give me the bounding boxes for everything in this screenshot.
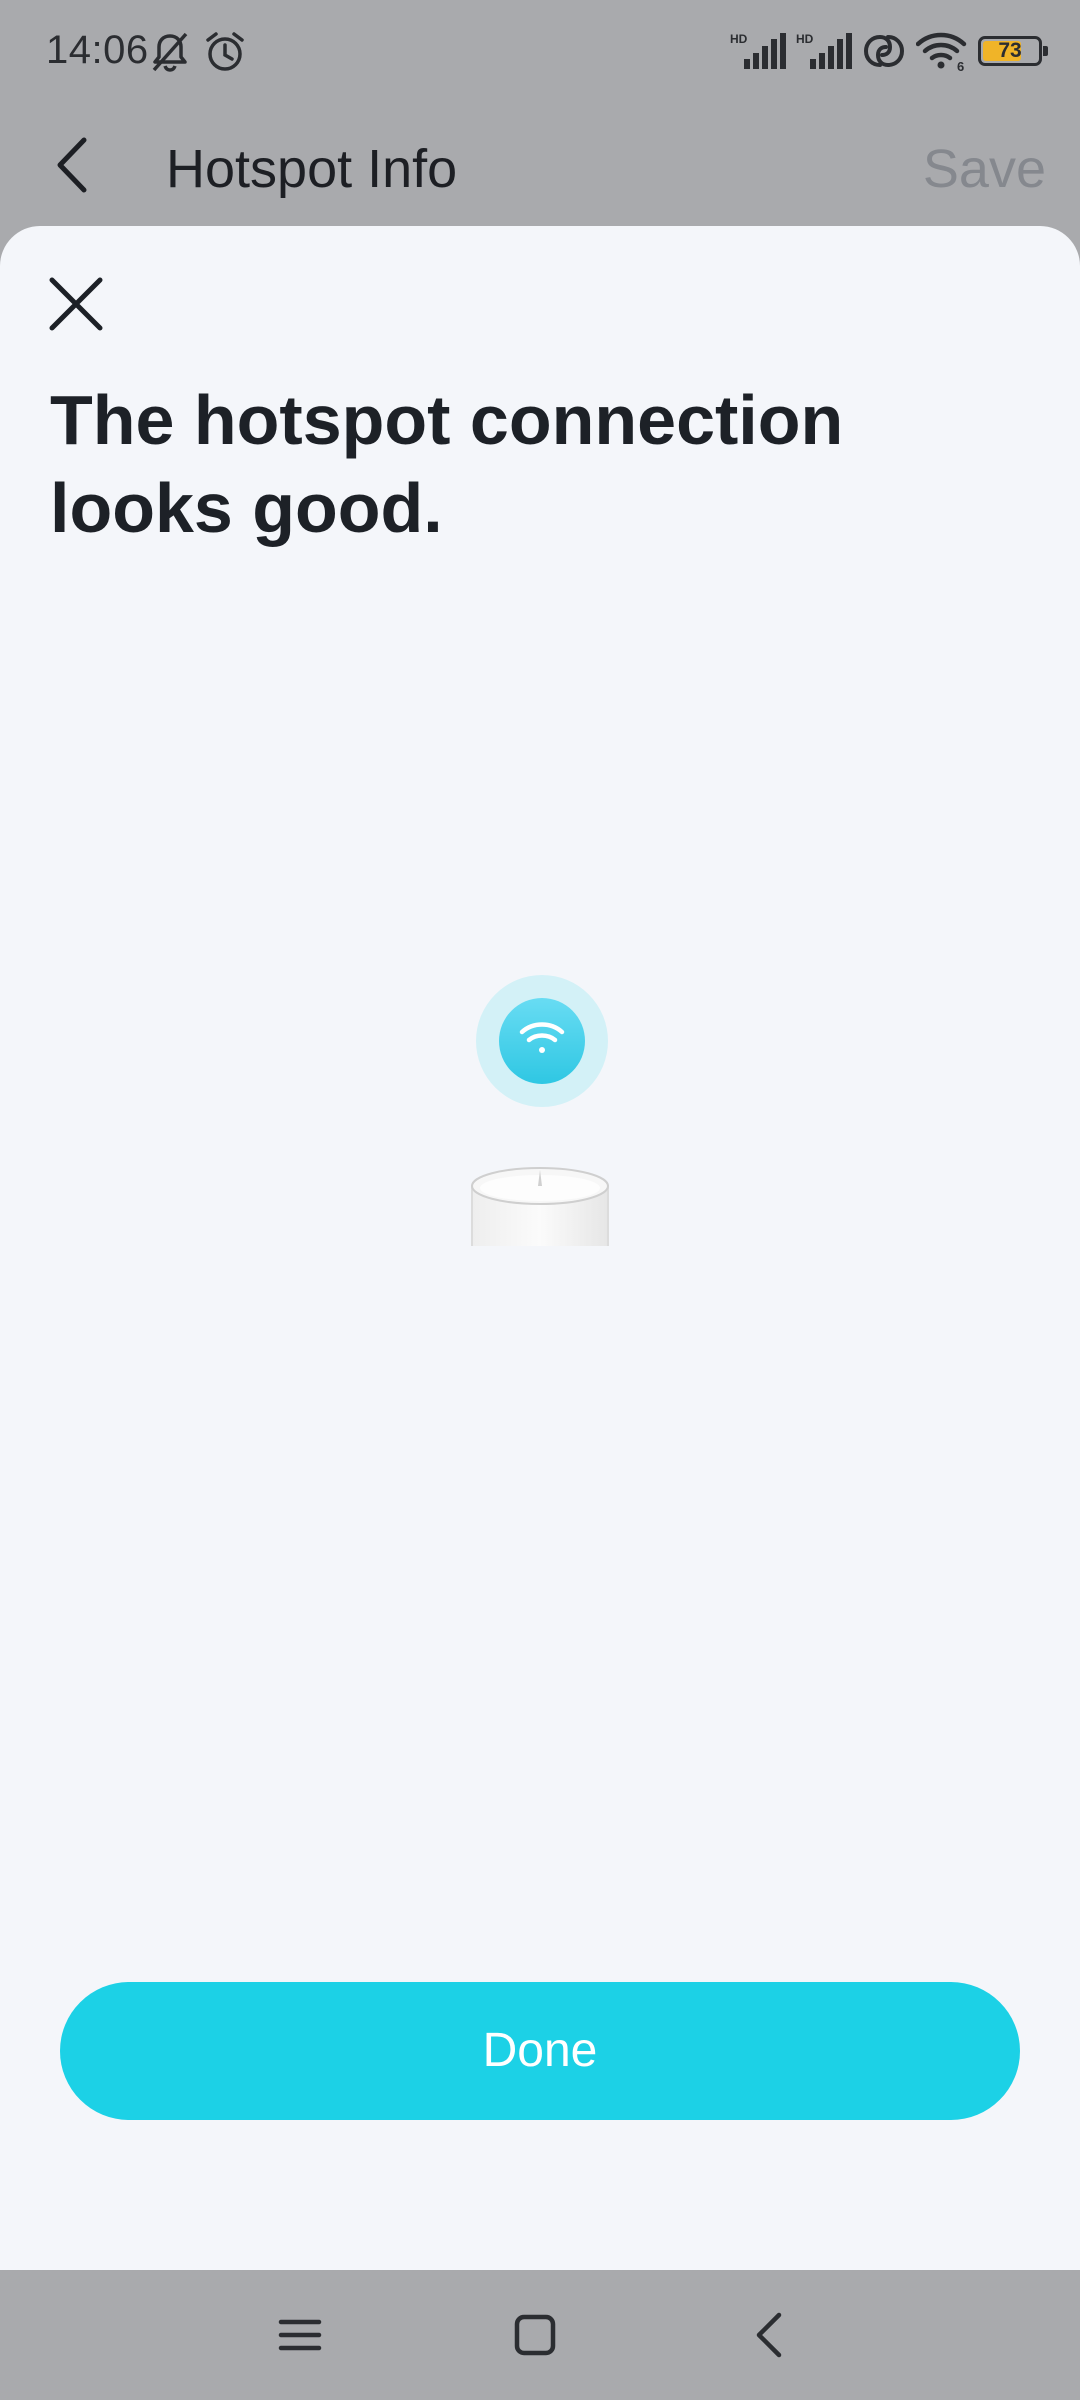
hd-signal-icon: HD	[730, 32, 786, 69]
app-header: Hotspot Info Save	[0, 108, 1080, 230]
nav-back-button[interactable]	[735, 2300, 805, 2370]
wifi-bubble-core	[499, 998, 585, 1084]
status-bar: 14:06 HD HD 6 73	[0, 0, 1080, 108]
back-button[interactable]	[42, 132, 108, 198]
home-icon	[514, 2314, 556, 2356]
chevron-left-icon	[57, 137, 87, 193]
menu-icon	[278, 2319, 322, 2351]
system-nav-bar	[0, 2270, 1080, 2400]
status-left-icons	[150, 30, 246, 74]
hotspot-illustration: deco	[471, 975, 609, 1246]
hd-signal-icon: HD	[796, 32, 852, 69]
sheet-heading: The hotspot connection looks good.	[50, 381, 844, 547]
done-button[interactable]: Done	[60, 1982, 1020, 2120]
battery-icon: 73	[978, 36, 1048, 66]
deco-device: deco	[471, 1167, 609, 1246]
signal-badge: HD	[796, 32, 814, 46]
close-icon	[49, 277, 103, 331]
battery-level: 73	[998, 39, 1022, 62]
page-title: Hotspot Info	[166, 139, 458, 199]
status-right-icons: HD HD 6 73	[730, 30, 1048, 72]
alarm-icon	[206, 32, 244, 71]
mute-notifications-icon	[152, 32, 188, 72]
back-icon	[756, 2312, 782, 2358]
nav-menu-button[interactable]	[265, 2300, 335, 2370]
result-sheet: The hotspot connection looks good. Done	[0, 226, 1080, 2270]
close-button[interactable]	[40, 268, 112, 340]
save-button[interactable]: Save	[923, 138, 1046, 200]
battery-nub	[1043, 46, 1048, 56]
signal-badge: HD	[730, 32, 748, 46]
wifi-6-icon: 6	[916, 32, 967, 72]
status-time: 14:06	[46, 28, 149, 72]
wifi-badge: 6	[957, 59, 964, 72]
nav-home-button[interactable]	[500, 2300, 570, 2370]
link-icon	[863, 34, 905, 68]
